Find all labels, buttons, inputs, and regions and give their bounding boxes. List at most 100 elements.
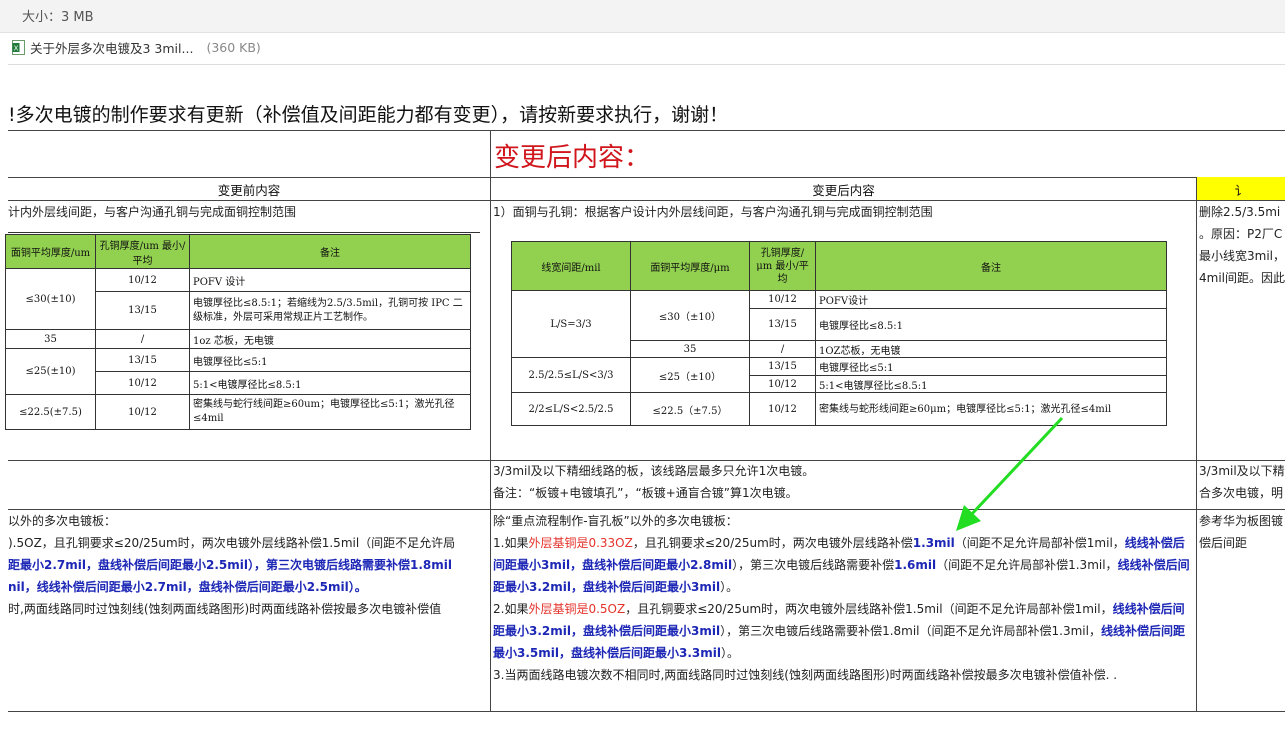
new-table-cell: 1OZ芯板，无电镀 xyxy=(815,340,1167,358)
excel-file-icon: X xyxy=(12,40,25,55)
old-table-cell: 5:1<电镀厚径比≤8.5:1 xyxy=(189,371,471,395)
old-table-cell: 密集线与蛇行线间距≥60um；电镀厚径比≤5:1；激光孔径≤4mil xyxy=(189,394,471,430)
new-table-cell: 2.5/2.5≤L/S<3/3 xyxy=(511,357,631,393)
old-spec-table: 面铜平均厚度/um 孔铜厚度/um 最小/平均 备注 ≤30(±10) 10/1… xyxy=(5,234,471,430)
new-table-cell: 35 xyxy=(630,340,750,358)
header-divider xyxy=(8,64,1285,65)
grid-line xyxy=(1196,177,1197,711)
old-table-cell: POFV 设计 xyxy=(189,268,471,292)
attachment-size-line: 大小：3 MB xyxy=(22,10,94,25)
new-table-cell: 10/12 xyxy=(749,392,816,426)
old-table-cell: 电镀厚径比≤8.5:1；若缩线为2.5/3.5mil，孔铜可按 IPC 二级标准… xyxy=(189,291,471,330)
text-run: ）。 xyxy=(720,580,739,594)
changed-content-title: 变更后内容： xyxy=(494,143,651,173)
text-run: （间距不足允许局部补偿1mil， xyxy=(954,536,1125,550)
new-table-cell: ≤25（±10） xyxy=(630,357,750,393)
text-run: ），第三次电镀后线路需要补偿1.8mil（间距不足允许局部补偿1.3mil， xyxy=(720,624,1101,638)
column-header-after: 变更后内容 xyxy=(812,183,875,198)
row1-right-line: 删除2.5/3.5mi xyxy=(1199,205,1281,219)
old-table-header: 面铜平均厚度/um xyxy=(5,234,96,269)
new-table-cell: 13/15 xyxy=(749,308,816,341)
old-table-cell: 电镀厚径比≤5:1 xyxy=(189,348,471,372)
row3-mid-text: 除“重点流程制作-盲孔板”以外的多次电镀板： 1.如果外层基铜是0.33OZ，且… xyxy=(493,510,1193,686)
text-run: 1.3mil xyxy=(912,536,955,550)
new-spec-table: 线宽间距/mil 面铜平均厚度/μm 孔铜厚度/μm 最小/平均 备注 L/S=… xyxy=(511,241,1167,426)
row1-right-line: 。原因：P2厂C xyxy=(1199,227,1283,241)
row1-right-line: 最小线宽3mil， xyxy=(1199,249,1285,263)
new-table-cell: 2/2≤L/S<2.5/2.5 xyxy=(511,392,631,426)
attachment-size: (360 KB) xyxy=(206,40,261,55)
row1-right-text: 删除2.5/3.5mi 。原因：P2厂C 最小线宽3mil， 4mil间距。因此 xyxy=(1199,201,1285,289)
row3-left-line: nil，线线补偿后间距最小2.7mil，盘线补偿后间距最小2.5mil）。 xyxy=(8,580,367,594)
row3-right-line: 偿后间距 xyxy=(1199,536,1248,550)
row1-right-line: 4mil间距。因此 xyxy=(1199,271,1285,285)
old-table-header: 备注 xyxy=(189,234,471,269)
attachment-link[interactable]: X 关于外层多次电镀及3 3mil... (360 KB) xyxy=(12,38,261,57)
old-table-header: 孔铜厚度/um 最小/平均 xyxy=(95,234,190,269)
new-table-cell: 5:1<电镀厚径比≤8.5:1 xyxy=(815,375,1167,393)
old-table-cell: 10/12 xyxy=(95,394,190,430)
new-table-cell: 10/12 xyxy=(749,375,816,393)
new-table-header: 备注 xyxy=(815,241,1167,291)
row2-mid-line: 备注：“板镀+电镀填孔”，“板镀+通盲合镀”算1次电镀。 xyxy=(493,486,798,500)
row2-right-line: 3/3mil及以下精 xyxy=(1199,464,1285,478)
old-table-cell: 13/15 xyxy=(95,291,190,330)
row3-left-line: 以外的多次电镀板： xyxy=(8,514,117,528)
new-table-cell: 13/15 xyxy=(749,357,816,376)
text-run: 外层基铜是0.5OZ xyxy=(528,602,626,616)
text-run: 1.3mil， xyxy=(1068,558,1118,572)
new-table-header: 孔铜厚度/μm 最小/平均 xyxy=(749,241,816,291)
old-table-cell: ≤30(±10) xyxy=(5,268,96,330)
text-run: 2.如果 xyxy=(493,602,529,616)
attachment-name[interactable]: 关于外层多次电镀及3 3mil... xyxy=(30,38,193,57)
text-run: ）。 xyxy=(720,646,739,660)
old-table-cell: / xyxy=(95,329,190,349)
notice-text: !多次电镀的制作要求有更新（补偿值及间距能力都有变更），请按新要求执行，谢谢！ xyxy=(8,104,729,126)
text-run: 1.如果 xyxy=(493,536,529,550)
row3-right-line: 参考华为板图镀 xyxy=(1199,514,1284,528)
text-run: ），第三次电镀后线路需要补偿 xyxy=(732,558,895,572)
new-table-cell: POFV设计 xyxy=(815,290,1167,309)
text-run: ，且孔铜要求≤20/25um时，两次电镀外层线路补偿 xyxy=(632,536,913,550)
row2-right-text: 3/3mil及以下精 合多次电镀，明 xyxy=(1199,460,1285,504)
text-run: ，且孔铜要求≤20/25um时，两次电镀外层线路补偿1.5mil（间距不足允许局… xyxy=(625,602,1113,616)
row3-paragraph-2: 2.如果外层基铜是0.5OZ，且孔铜要求≤20/25um时，两次电镀外层线路补偿… xyxy=(493,598,1193,664)
new-table-cell: ≤30（±10） xyxy=(630,290,750,341)
grid-line xyxy=(8,130,1285,131)
row3-left-line: 时,两面线路同时过蚀刻线(蚀刻两面线路图形)时两面线路补偿按最多次电镀补偿值 xyxy=(8,602,442,616)
new-table-cell: ≤22.5（±7.5） xyxy=(630,392,750,426)
grid-line xyxy=(8,177,1285,178)
email-header: 大小：3 MB xyxy=(0,0,1285,33)
new-table-cell: 电镀厚径比≤5:1 xyxy=(815,357,1167,376)
row3-paragraph-1: 1.如果外层基铜是0.33OZ，且孔铜要求≤20/25um时，两次电镀外层线路补… xyxy=(493,532,1193,598)
new-table-cell: 电镀厚径比≤8.5:1 xyxy=(815,308,1167,341)
new-table-header: 面铜平均厚度/μm xyxy=(630,241,750,291)
text-run: 线线补 xyxy=(1112,602,1149,616)
old-table-cell: ≤25(±10) xyxy=(5,348,96,395)
old-table-cell: 1oz 芯板，无电镀 xyxy=(189,329,471,349)
old-table-cell: 35 xyxy=(5,329,96,349)
text-run: 线线 xyxy=(1124,536,1149,550)
row1-left-text: 计内外层线间距，与客户沟通孔铜与完成面铜控制范围 xyxy=(8,205,297,219)
old-table-cell: ≤22.5(±7.5) xyxy=(5,394,96,430)
column-header-third: 讠 xyxy=(1234,183,1248,198)
row3-mid-title: 除“重点流程制作-盲孔板”以外的多次电镀板： xyxy=(493,514,738,528)
text-run: 外层基铜是0.33OZ xyxy=(528,536,633,550)
new-table-cell: 10/12 xyxy=(749,290,816,309)
row3-left-text: 以外的多次电镀板： ).5OZ，且孔铜要求≤20/25um时，两次电镀外层线路补… xyxy=(8,510,488,620)
grid-line xyxy=(490,130,491,711)
row3-left-line: ).5OZ，且孔铜要求≤20/25um时，两次电镀外层线路补偿1.5mil（间距… xyxy=(8,536,456,550)
grid-line xyxy=(8,711,1285,712)
new-table-cell: L/S=3/3 xyxy=(511,290,631,358)
new-table-cell: / xyxy=(749,340,816,358)
row2-right-line: 合多次电镀，明 xyxy=(1199,486,1284,500)
new-table-header: 线宽间距/mil xyxy=(511,241,631,291)
old-table-cell: 13/15 xyxy=(95,348,190,372)
row1-mid-text: 1）面铜与孔铜：根据客户设计内外层线间距，与客户沟通孔铜与完成面铜控制范围 xyxy=(493,205,933,219)
row3-paragraph-3: 3.当两面线路电镀次数不相同时,两面线路同时过蚀刻线(蚀刻两面线路图形)时两面线… xyxy=(493,668,1118,682)
row3-right-text: 参考华为板图镀 偿后间距 xyxy=(1199,510,1285,554)
old-table-cell: 10/12 xyxy=(95,268,190,292)
column-header-before: 变更前内容 xyxy=(217,183,281,198)
text-run: 1.6mil xyxy=(894,558,937,572)
row3-left-line: 距最小2.7mil，盘线补偿后间距最小2.5mil），第三次电镀后线路需要补偿1… xyxy=(8,558,452,572)
